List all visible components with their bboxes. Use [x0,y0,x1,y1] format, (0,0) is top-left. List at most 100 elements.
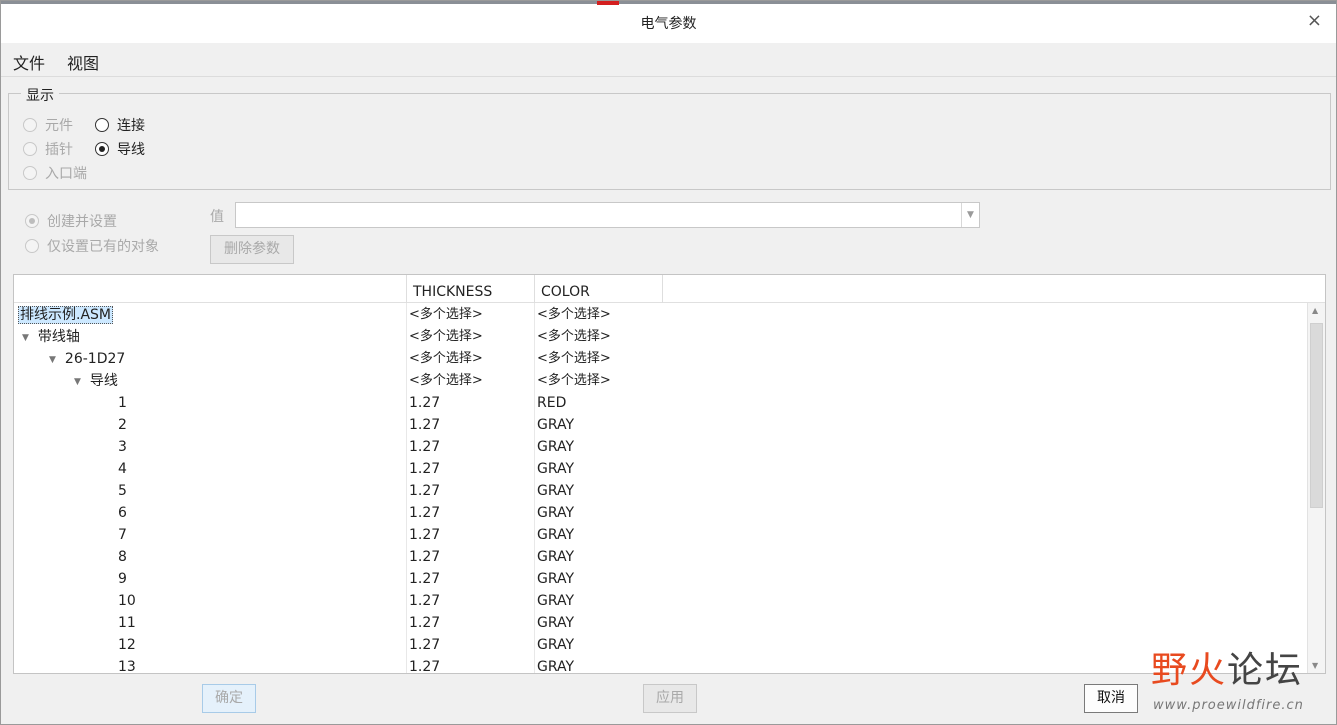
column-header-thickness[interactable]: THICKNESS [407,275,535,303]
thickness-cell[interactable]: 1.27 [409,568,440,590]
table-row[interactable]: 3 1.27 GRAY [14,436,1307,458]
thickness-cell[interactable]: 1.27 [409,502,440,524]
apply-button[interactable]: 应用 [643,684,697,713]
table-row[interactable]: 1 1.27 RED [14,392,1307,414]
watermark-brand-a: 野火 [1151,650,1228,691]
color-cell[interactable]: <多个选择> [537,304,611,326]
color-cell[interactable]: GRAY [537,502,574,524]
tree-cell: 5 [118,480,127,502]
table-row[interactable]: 排线示例.ASM <多个选择> <多个选择> [14,304,1307,326]
watermark-brand-b: 论坛 [1227,650,1304,691]
menu-file[interactable]: 文件 [13,50,45,74]
color-cell[interactable]: GRAY [537,480,574,502]
value-combobox[interactable]: ▼ [235,202,980,228]
tree-cell: 4 [118,458,127,480]
color-cell[interactable]: GRAY [537,524,574,546]
expand-triangle-icon[interactable]: ▼ [49,349,56,371]
column-header-name[interactable] [14,275,407,303]
radio-pin[interactable]: 插针 [23,139,73,159]
radio-wire[interactable]: 导线 [95,139,145,159]
thickness-cell[interactable]: 1.27 [409,634,440,656]
tree-item-label: 带线轴 [37,329,80,345]
delete-param-button[interactable]: 删除参数 [210,235,294,264]
tree-cell: 10 [118,590,136,612]
color-cell[interactable]: GRAY [537,634,574,656]
thickness-cell[interactable]: 1.27 [409,656,440,673]
params-table: THICKNESS COLOR 排线示例.ASM <多个选择> <多个选择> ▼ 带线轴… [13,274,1326,674]
color-cell[interactable]: GRAY [537,436,574,458]
tree-item-label: 8 [118,549,127,565]
watermark-url: www.proewildfire.cn [1153,698,1304,713]
thickness-cell[interactable]: <多个选择> [409,326,483,348]
vertical-scrollbar[interactable]: ▲ ▼ [1307,303,1325,673]
table-row[interactable]: 7 1.27 GRAY [14,524,1307,546]
radio-entry-port[interactable]: 入口端 [23,163,87,183]
color-cell[interactable]: GRAY [537,590,574,612]
tree-cell: 1 [118,392,127,414]
thickness-cell[interactable]: 1.27 [409,414,440,436]
table-row[interactable]: ▼ 带线轴 <多个选择> <多个选择> [14,326,1307,348]
chevron-down-icon[interactable]: ▼ [961,203,979,227]
menu-view[interactable]: 视图 [67,50,99,74]
thickness-cell[interactable]: 1.27 [409,392,440,414]
table-row[interactable]: 6 1.27 GRAY [14,502,1307,524]
tree-item-label: 3 [118,439,127,455]
radio-wire-label: 导线 [117,142,145,158]
ok-button[interactable]: 确定 [202,684,256,713]
table-row[interactable]: 12 1.27 GRAY [14,634,1307,656]
radio-set-existing[interactable]: 仅设置已有的对象 [25,236,159,256]
display-group [8,93,1331,190]
thickness-cell[interactable]: 1.27 [409,546,440,568]
table-row[interactable]: 4 1.27 GRAY [14,458,1307,480]
thickness-cell[interactable]: 1.27 [409,436,440,458]
color-cell[interactable]: <多个选择> [537,326,611,348]
watermark-logo: 野火论坛 [1151,641,1303,693]
color-cell[interactable]: <多个选择> [537,370,611,392]
radio-button-icon [95,118,109,132]
radio-create-and-set[interactable]: 创建并设置 [25,211,117,231]
table-row[interactable]: 13 1.27 GRAY [14,656,1307,673]
table-row[interactable]: ▼ 26-1D27 <多个选择> <多个选择> [14,348,1307,370]
radio-entry-port-label: 入口端 [45,166,87,182]
color-cell[interactable]: GRAY [537,612,574,634]
color-cell[interactable]: GRAY [537,568,574,590]
radio-component[interactable]: 元件 [23,115,73,135]
column-header-color[interactable]: COLOR [535,275,663,303]
color-cell[interactable]: GRAY [537,546,574,568]
table-row[interactable]: ▼ 导线 <多个选择> <多个选择> [14,370,1307,392]
table-row[interactable]: 8 1.27 GRAY [14,546,1307,568]
thickness-cell[interactable]: <多个选择> [409,304,483,326]
expand-triangle-icon[interactable]: ▼ [22,327,29,349]
color-cell[interactable]: GRAY [537,458,574,480]
radio-button-icon [23,142,37,156]
color-cell[interactable]: GRAY [537,656,574,673]
color-cell[interactable]: GRAY [537,414,574,436]
thickness-cell[interactable]: <多个选择> [409,370,483,392]
display-legend: 显示 [21,85,59,105]
thickness-cell[interactable]: 1.27 [409,458,440,480]
scroll-up-icon[interactable]: ▲ [1312,306,1318,315]
table-row[interactable]: 2 1.27 GRAY [14,414,1307,436]
scrollbar-thumb[interactable] [1310,323,1323,508]
thickness-cell[interactable]: <多个选择> [409,348,483,370]
tree-cell: 12 [118,634,136,656]
radio-button-icon [23,118,37,132]
expand-triangle-icon[interactable]: ▼ [74,371,81,393]
menu-bar: 文件 视图 [1,43,1336,77]
radio-button-icon [23,166,37,180]
table-row[interactable]: 9 1.27 GRAY [14,568,1307,590]
thickness-cell[interactable]: 1.27 [409,480,440,502]
tree-cell: 6 [118,502,127,524]
table-row[interactable]: 10 1.27 GRAY [14,590,1307,612]
tree-item-label: 26-1D27 [64,351,126,367]
thickness-cell[interactable]: 1.27 [409,612,440,634]
radio-connection[interactable]: 连接 [95,115,145,135]
thickness-cell[interactable]: 1.27 [409,590,440,612]
close-icon[interactable]: × [1307,10,1322,31]
color-cell[interactable]: <多个选择> [537,348,611,370]
thickness-cell[interactable]: 1.27 [409,524,440,546]
table-row[interactable]: 5 1.27 GRAY [14,480,1307,502]
cancel-button[interactable]: 取消 [1084,684,1138,713]
table-row[interactable]: 11 1.27 GRAY [14,612,1307,634]
color-cell[interactable]: RED [537,392,566,414]
